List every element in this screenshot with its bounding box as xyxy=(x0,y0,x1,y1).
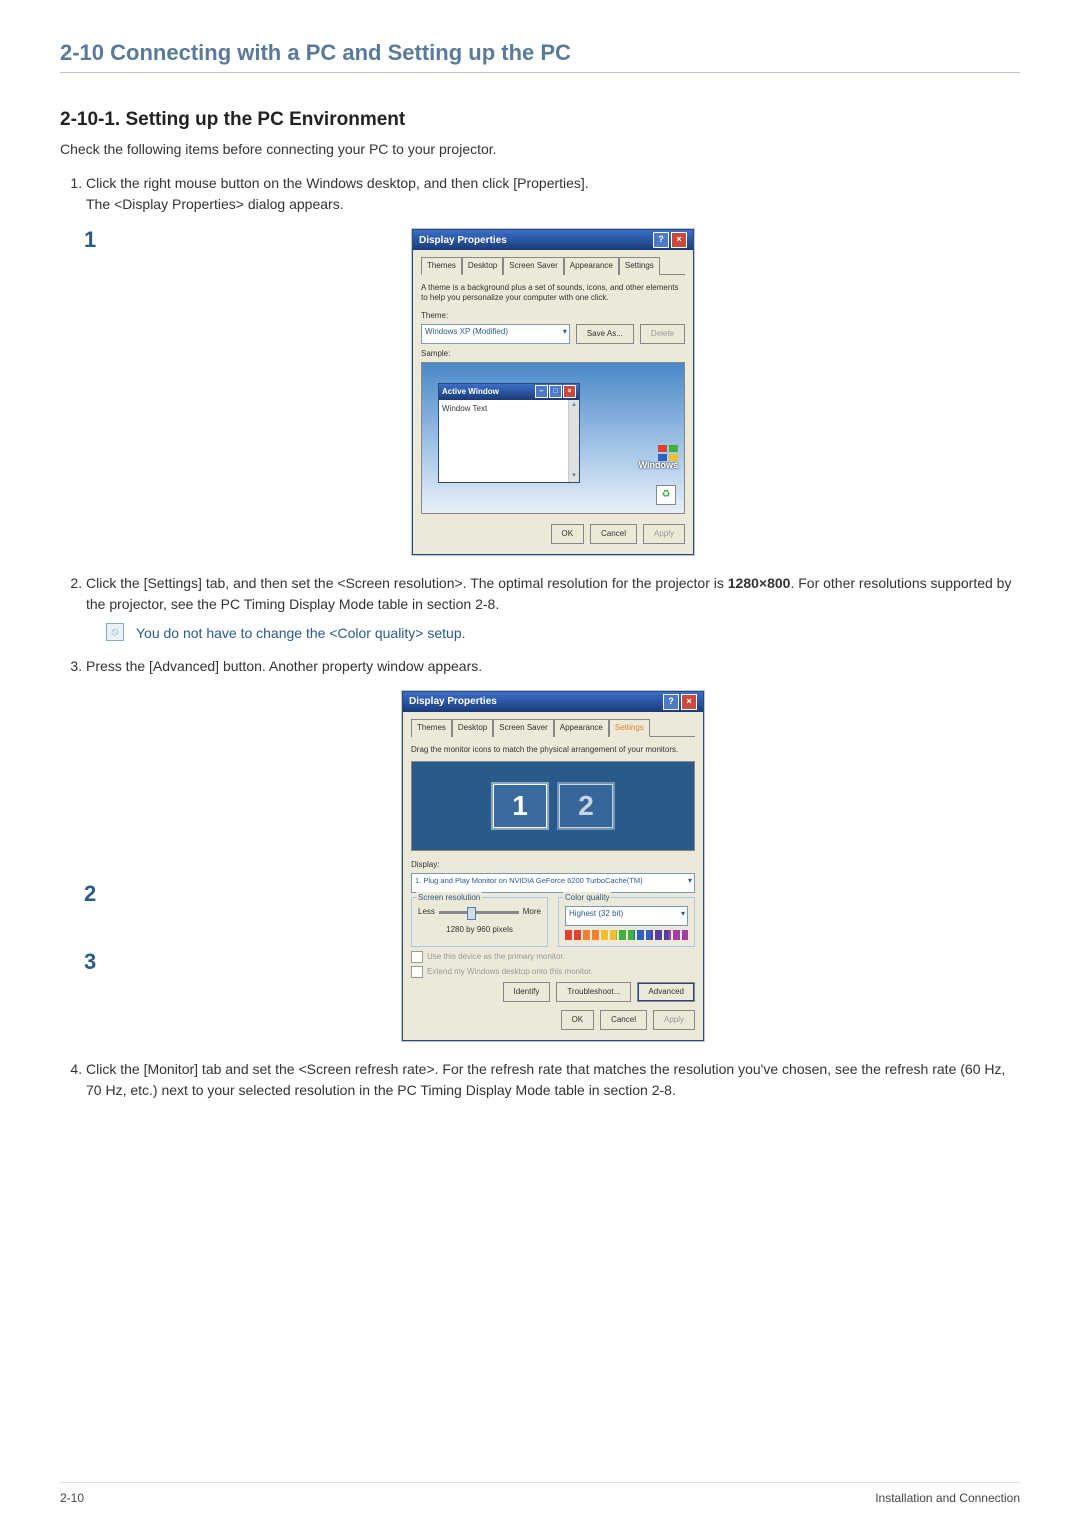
theme-label: Theme: xyxy=(421,310,685,322)
callout-3: 3 xyxy=(84,945,96,978)
display-label: Display: xyxy=(411,859,695,871)
close-icon[interactable]: × xyxy=(671,232,687,248)
color-bar-icon xyxy=(565,930,688,940)
close-icon: × xyxy=(563,385,576,398)
dialog1-description: A theme is a background plus a set of so… xyxy=(421,283,685,304)
step-2-text-a: Click the [Settings] tab, and then set t… xyxy=(86,575,728,591)
sample-active-window: Active Window – □ × Window Text xyxy=(438,383,580,483)
sample-label: Sample: xyxy=(421,348,685,360)
step-2-resolution: 1280×800 xyxy=(728,575,791,591)
tab-screen-saver[interactable]: Screen Saver xyxy=(493,719,553,737)
tab-themes[interactable]: Themes xyxy=(421,257,462,275)
color-quality-title: Color quality xyxy=(563,892,611,904)
save-as-button[interactable]: Save As... xyxy=(576,324,634,344)
tab-screen-saver[interactable]: Screen Saver xyxy=(503,257,563,275)
minimize-icon: – xyxy=(535,385,548,398)
dialog1-wrap: 1 Display Properties ? × Themes Desktop xyxy=(86,229,1020,555)
step-1-line-b: The <Display Properties> dialog appears. xyxy=(86,196,344,212)
troubleshoot-button[interactable]: Troubleshoot... xyxy=(556,982,631,1002)
extend-desktop-label: Extend my Windows desktop onto this moni… xyxy=(427,966,593,978)
monitor-arrangement: 1 2 xyxy=(411,761,695,851)
resolution-slider[interactable] xyxy=(439,911,519,914)
callout-2: 2 xyxy=(84,877,96,910)
steps-list: Click the right mouse button on the Wind… xyxy=(60,173,1020,1101)
dialog2-titlebar: Display Properties ? × xyxy=(403,692,703,712)
dialog2-title-text: Display Properties xyxy=(409,694,497,709)
tab-settings[interactable]: Settings xyxy=(619,257,660,275)
ok-button[interactable]: OK xyxy=(561,1010,595,1030)
step-4: Click the [Monitor] tab and set the <Scr… xyxy=(86,1059,1020,1101)
dialog1-tabs: Themes Desktop Screen Saver Appearance S… xyxy=(421,256,685,275)
primary-monitor-label: Use this device as the primary monitor. xyxy=(427,951,565,963)
footer-page-number: 2-10 xyxy=(60,1491,84,1505)
advanced-button[interactable]: Advanced xyxy=(637,982,695,1002)
slider-thumb[interactable] xyxy=(467,907,476,920)
section-heading-2: 2-10-1. Setting up the PC Environment xyxy=(60,109,1020,131)
display-select[interactable]: 1. Plug and Play Monitor on NVIDIA GeFor… xyxy=(411,873,695,893)
tab-appearance[interactable]: Appearance xyxy=(554,719,609,737)
display-properties-themes-dialog: Display Properties ? × Themes Desktop Sc… xyxy=(412,229,694,555)
tab-desktop[interactable]: Desktop xyxy=(462,257,503,275)
monitor-2-icon[interactable]: 2 xyxy=(557,782,615,830)
dialog2-description: Drag the monitor icons to match the phys… xyxy=(411,745,695,755)
dialog1-titlebar: Display Properties ? × xyxy=(413,230,693,250)
dialog2-wrap: 2 3 Display Properties ? × Themes Deskto… xyxy=(86,691,1020,1041)
tab-settings[interactable]: Settings xyxy=(609,719,650,737)
sample-window-text: Window Text xyxy=(442,404,487,413)
step-3-text: Press the [Advanced] button. Another pro… xyxy=(86,658,482,674)
step-3: Press the [Advanced] button. Another pro… xyxy=(86,656,1020,1041)
footer-section-name: Installation and Connection xyxy=(875,1491,1020,1505)
resolution-value: 1280 by 960 pixels xyxy=(418,924,541,936)
section-heading-1: 2-10 Connecting with a PC and Setting up… xyxy=(60,40,1020,73)
sample-window-title: Active Window xyxy=(442,386,499,398)
color-quality-group: Color quality Highest (32 bit) xyxy=(558,897,695,947)
tab-themes[interactable]: Themes xyxy=(411,719,452,737)
apply-button[interactable]: Apply xyxy=(643,524,685,544)
color-quality-select[interactable]: Highest (32 bit) xyxy=(565,906,688,926)
note-icon: ⦸ xyxy=(106,623,124,641)
help-icon[interactable]: ? xyxy=(663,694,679,710)
intro-text: Check the following items before connect… xyxy=(60,141,1020,157)
cancel-button[interactable]: Cancel xyxy=(600,1010,647,1030)
scrollbar-icon: ▴▾ xyxy=(568,400,579,482)
ok-button[interactable]: OK xyxy=(551,524,585,544)
close-icon[interactable]: × xyxy=(681,694,697,710)
screen-resolution-title: Screen resolution xyxy=(416,892,482,904)
slider-less-label: Less xyxy=(418,906,435,918)
tab-appearance[interactable]: Appearance xyxy=(564,257,619,275)
primary-monitor-checkbox-row: Use this device as the primary monitor. xyxy=(411,951,695,963)
monitor-1-icon[interactable]: 1 xyxy=(491,782,549,830)
help-icon[interactable]: ? xyxy=(653,232,669,248)
step-1-line-a: Click the right mouse button on the Wind… xyxy=(86,175,589,191)
note-row: ⦸ You do not have to change the <Color q… xyxy=(106,623,1020,644)
cancel-button[interactable]: Cancel xyxy=(590,524,637,544)
extend-desktop-checkbox[interactable] xyxy=(411,966,423,978)
display-properties-settings-dialog: Display Properties ? × Themes Desktop Sc… xyxy=(402,691,704,1041)
page-footer: 2-10 Installation and Connection xyxy=(60,1482,1020,1505)
theme-select[interactable]: Windows XP (Modified) xyxy=(421,324,570,344)
slider-more-label: More xyxy=(523,906,541,918)
dialog2-tabs: Themes Desktop Screen Saver Appearance S… xyxy=(411,718,695,737)
apply-button[interactable]: Apply xyxy=(653,1010,695,1030)
maximize-icon: □ xyxy=(549,385,562,398)
step-2: Click the [Settings] tab, and then set t… xyxy=(86,573,1020,644)
note-text: You do not have to change the <Color qua… xyxy=(136,623,466,644)
step-1: Click the right mouse button on the Wind… xyxy=(86,173,1020,555)
screen-resolution-group: Screen resolution Less More 1280 by 960 … xyxy=(411,897,548,947)
dialog1-title-text: Display Properties xyxy=(419,233,507,248)
primary-monitor-checkbox[interactable] xyxy=(411,951,423,963)
callout-1: 1 xyxy=(84,223,96,256)
sample-preview: Active Window – □ × Window Text xyxy=(421,362,685,514)
identify-button[interactable]: Identify xyxy=(503,982,551,1002)
extend-desktop-checkbox-row: Extend my Windows desktop onto this moni… xyxy=(411,966,695,978)
delete-button[interactable]: Delete xyxy=(640,324,685,344)
step-4-text: Click the [Monitor] tab and set the <Scr… xyxy=(86,1061,1005,1098)
windows-logo-text: Windows xyxy=(639,459,678,473)
tab-desktop[interactable]: Desktop xyxy=(452,719,493,737)
recycle-bin-icon: ♻ xyxy=(656,485,676,505)
